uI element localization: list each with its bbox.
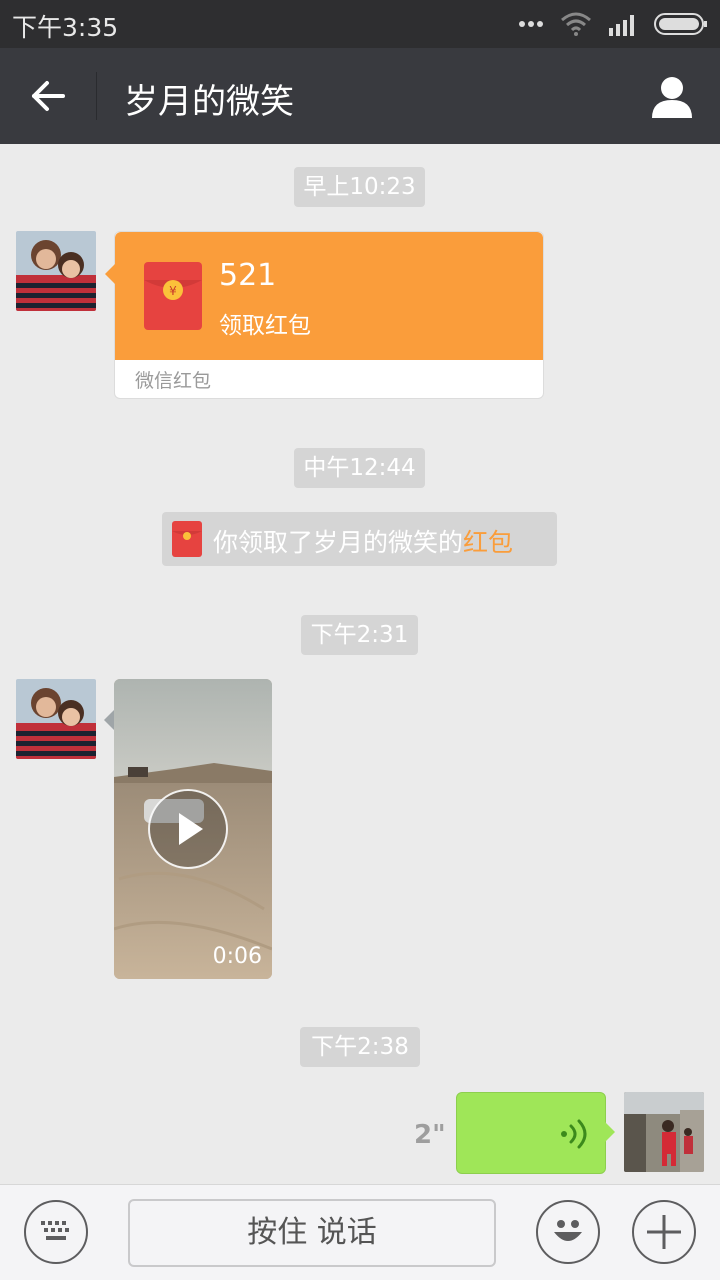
my-avatar[interactable] (624, 1092, 704, 1172)
red-envelope-icon (172, 521, 202, 557)
red-envelope-icon: ¥ (144, 262, 202, 330)
hold-to-talk-button[interactable]: 按住 说话 (128, 1199, 496, 1267)
back-button[interactable] (20, 70, 76, 122)
system-notice: 你领取了岁月的微笑的红包 (162, 512, 557, 566)
keyboard-toggle-button[interactable] (24, 1200, 88, 1264)
timestamp: 下午2:38 (300, 1027, 420, 1067)
person-icon (652, 77, 692, 118)
more-dots-icon (519, 21, 543, 27)
chat-title: 岁月的微笑 (124, 82, 294, 122)
back-arrow-icon (32, 81, 65, 111)
red-packet-action: 领取红包 (219, 313, 311, 339)
friend-avatar[interactable] (16, 679, 96, 759)
wifi-icon (561, 12, 591, 36)
bubble-tail (105, 264, 115, 284)
avatar-photo (624, 1092, 704, 1172)
avatar-photo (16, 679, 96, 759)
emoji-icon (554, 1220, 582, 1241)
red-packet-footer: 微信红包 (135, 370, 212, 392)
emoji-button[interactable] (536, 1200, 600, 1264)
red-packet-amount: 521 (219, 258, 277, 293)
bubble-tail (104, 710, 114, 730)
plus-icon (647, 1215, 681, 1249)
play-icon (179, 813, 203, 845)
battery-icon (654, 13, 707, 35)
status-bar: 下午3:35 (0, 0, 720, 48)
friend-avatar[interactable] (16, 231, 96, 311)
voice-length: 2" (414, 1120, 446, 1150)
bubble-tail (605, 1122, 615, 1142)
input-toolbar: 按住 说话 (0, 1184, 720, 1280)
notice-message: 你领取了岁月的微笑的 (213, 528, 464, 557)
keyboard-icon (41, 1221, 69, 1240)
title-bar: 岁月的微笑 (0, 48, 720, 144)
red-packet-message[interactable]: ¥ 521 领取红包 微信红包 (105, 231, 544, 399)
signal-icon (609, 15, 634, 36)
voice-message[interactable] (456, 1092, 606, 1174)
status-time: 下午3:35 (12, 13, 119, 42)
video-message[interactable]: 0:06 (114, 679, 272, 979)
more-button[interactable] (632, 1200, 696, 1264)
status-icons (518, 10, 708, 38)
notice-text: 你领取了岁月的微笑的红包 (213, 523, 513, 559)
chat-area[interactable]: 早上10:23 ¥ 521 领取红包 微信红包 中午12:44 你领取了岁月的微… (0, 144, 720, 1184)
voice-wave-icon (561, 1119, 587, 1149)
video-duration: 0:06 (212, 944, 262, 969)
red-packet-link[interactable]: 红包 (463, 528, 513, 557)
timestamp: 中午12:44 (294, 448, 425, 488)
timestamp: 下午2:31 (301, 615, 418, 655)
avatar-photo (16, 231, 96, 311)
play-button[interactable] (148, 789, 228, 869)
timestamp: 早上10:23 (294, 167, 425, 207)
title-divider (96, 72, 97, 120)
chat-info-button[interactable] (646, 70, 698, 122)
svg-text:¥: ¥ (169, 284, 177, 298)
